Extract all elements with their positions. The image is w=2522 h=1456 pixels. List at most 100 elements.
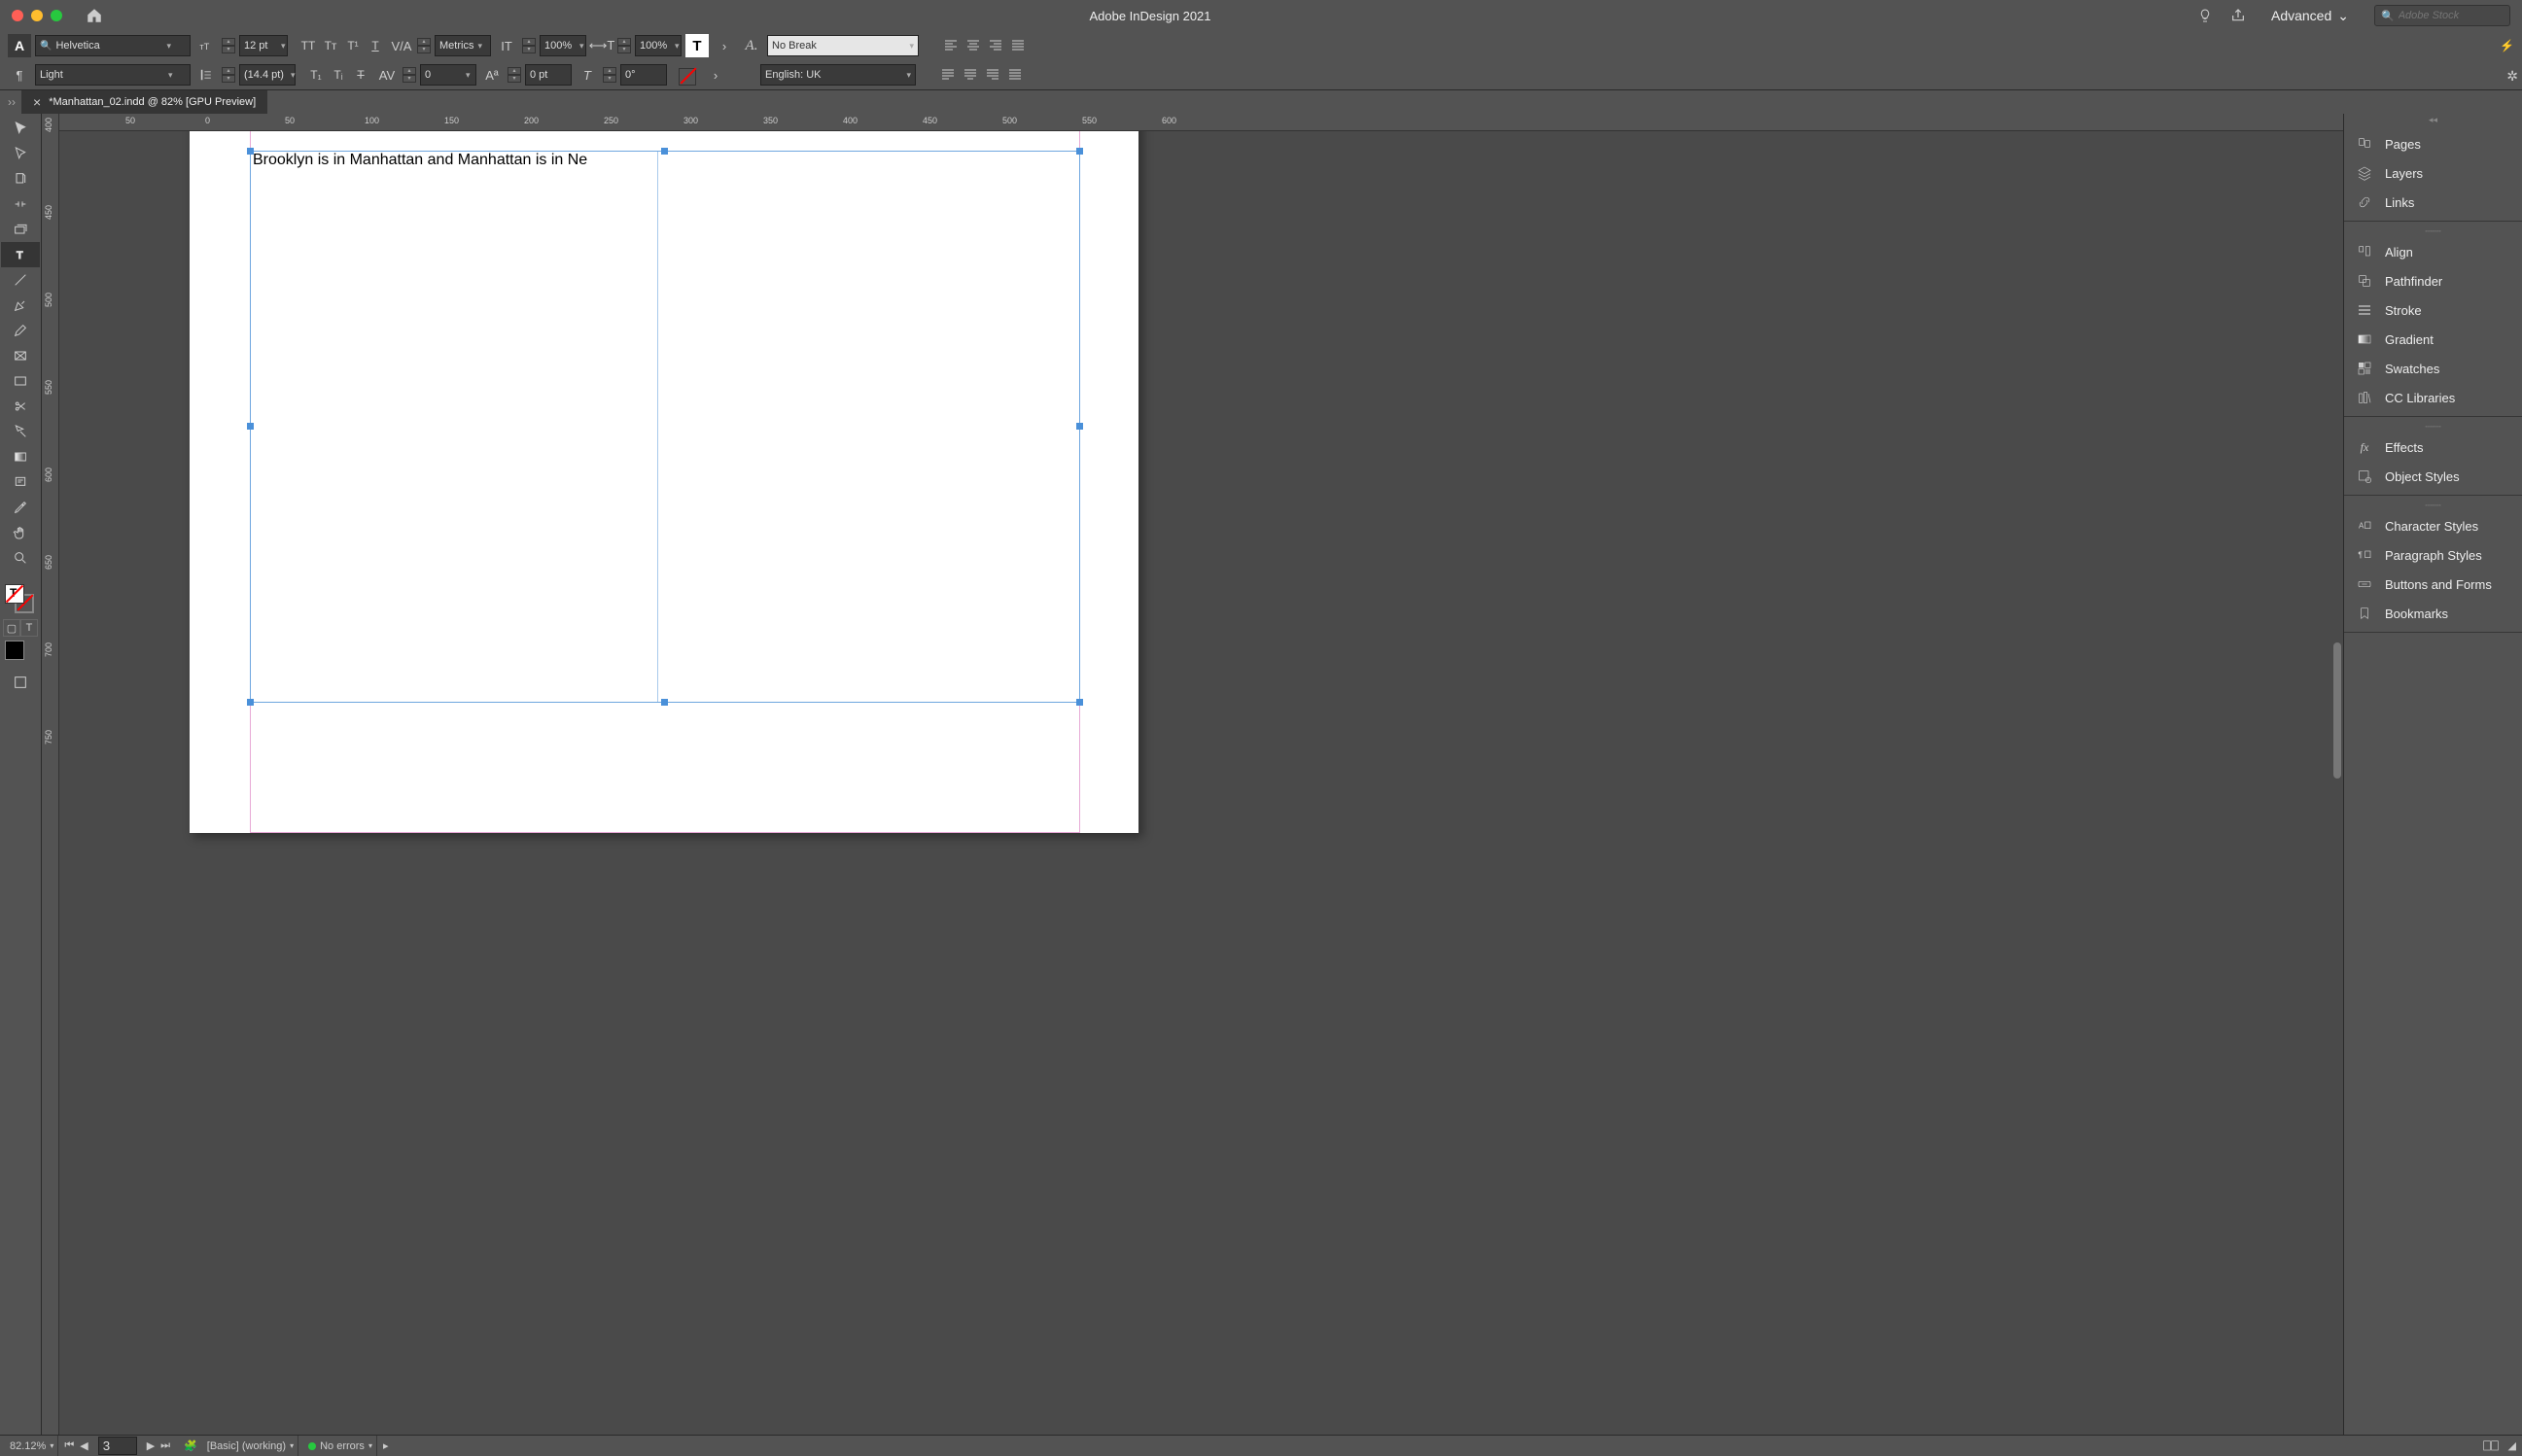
- first-page-button[interactable]: ⏮: [64, 1439, 74, 1452]
- frame-handle[interactable]: [247, 423, 254, 430]
- tracking-stepper[interactable]: ▴▾: [403, 67, 416, 83]
- baseline-shift-field[interactable]: [525, 64, 572, 86]
- font-style-input[interactable]: [40, 69, 164, 81]
- font-style-dropdown[interactable]: ▾: [35, 64, 191, 86]
- horizontal-scale-field[interactable]: ▾: [635, 35, 682, 56]
- note-tool[interactable]: [1, 469, 40, 495]
- justify-right-button[interactable]: [982, 64, 1003, 86]
- swatch-cycle-icon[interactable]: ›: [704, 63, 727, 87]
- panel-cc-libraries[interactable]: CC Libraries: [2344, 383, 2522, 412]
- document-tab[interactable]: × *Manhattan_02.indd @ 82% [GPU Preview]: [21, 90, 267, 114]
- maximize-window-button[interactable]: [51, 10, 62, 21]
- gap-tool[interactable]: [1, 191, 40, 217]
- panel-gradient[interactable]: Gradient: [2344, 325, 2522, 354]
- zoom-level-field[interactable]: 82.12%▾: [6, 1436, 58, 1456]
- close-tab-icon[interactable]: ×: [33, 94, 41, 110]
- pencil-tool[interactable]: [1, 318, 40, 343]
- frame-handle[interactable]: [661, 699, 668, 706]
- lightbulb-icon[interactable]: [2197, 8, 2213, 23]
- status-menu-icon[interactable]: ▸: [383, 1439, 389, 1452]
- panel-pages[interactable]: Pages: [2344, 129, 2522, 158]
- scissors-tool[interactable]: [1, 394, 40, 419]
- selection-tool[interactable]: [1, 116, 40, 141]
- kerning-stepper[interactable]: ▴▾: [417, 38, 431, 53]
- panel-character-styles[interactable]: ACharacter Styles: [2344, 511, 2522, 540]
- text-frame-selected[interactable]: Brooklyn is in Manhattan and Manhattan i…: [250, 151, 1080, 703]
- leading-stepper[interactable]: ▴▾: [222, 67, 235, 83]
- open-helper-icon[interactable]: 🧩: [184, 1439, 197, 1452]
- justify-left-button[interactable]: [937, 64, 959, 86]
- align-right-button[interactable]: [985, 35, 1006, 56]
- panel-swatches[interactable]: Swatches: [2344, 354, 2522, 383]
- rectangle-tool[interactable]: [1, 368, 40, 394]
- object-style-status[interactable]: [Basic] (working)▾: [203, 1436, 298, 1456]
- fill-text-swatch[interactable]: T: [685, 34, 709, 57]
- color-mode-toggle[interactable]: ▢ T: [3, 619, 38, 637]
- eyedropper-tool[interactable]: [1, 495, 40, 520]
- panel-links[interactable]: Links: [2344, 188, 2522, 217]
- language-dropdown[interactable]: English: UK▾: [760, 64, 916, 86]
- strikethrough-button[interactable]: T: [350, 64, 371, 86]
- panel-pathfinder[interactable]: Pathfinder: [2344, 266, 2522, 295]
- last-page-button[interactable]: ⏭: [160, 1439, 170, 1452]
- justify-center-button[interactable]: [960, 64, 981, 86]
- panel-stroke[interactable]: Stroke: [2344, 295, 2522, 325]
- hand-tool[interactable]: [1, 520, 40, 545]
- panel-bookmarks[interactable]: Bookmarks: [2344, 599, 2522, 628]
- frame-handle[interactable]: [1076, 423, 1083, 430]
- pen-tool[interactable]: [1, 293, 40, 318]
- home-icon[interactable]: [86, 7, 103, 24]
- ligature-button[interactable]: Tᵢ: [328, 64, 349, 86]
- underline-button[interactable]: T: [365, 35, 386, 56]
- expand-panels-icon[interactable]: ››: [8, 95, 21, 109]
- close-window-button[interactable]: [12, 10, 23, 21]
- next-page-button[interactable]: ▶: [147, 1439, 155, 1452]
- character-style-dropdown[interactable]: No Break▾: [767, 35, 919, 56]
- all-caps-button[interactable]: TT: [298, 35, 319, 56]
- superscript-button[interactable]: T¹: [342, 35, 364, 56]
- workspace-switcher[interactable]: Advanced ⌄: [2263, 4, 2357, 28]
- prev-page-button[interactable]: ◀: [80, 1439, 88, 1452]
- gradient-swatch-tool[interactable]: [1, 444, 40, 469]
- subscript-button[interactable]: T₁: [305, 64, 327, 86]
- zoom-tool[interactable]: [1, 545, 40, 571]
- stock-search-input[interactable]: [2399, 10, 2504, 21]
- vscale-stepper[interactable]: ▴▾: [522, 38, 536, 53]
- default-fill-stroke[interactable]: [5, 641, 36, 664]
- adobe-stock-search[interactable]: 🔍: [2374, 5, 2510, 26]
- hscale-stepper[interactable]: ▴▾: [617, 38, 631, 53]
- vertical-ruler[interactable]: 400 450 500 550 600 650 700 750: [42, 114, 59, 1436]
- justify-all-button[interactable]: [1004, 64, 1026, 86]
- align-left-button[interactable]: [940, 35, 962, 56]
- expand-status-icon[interactable]: ◢: [2508, 1439, 2516, 1452]
- content-collector-tool[interactable]: [1, 217, 40, 242]
- swatch-cycle-icon[interactable]: ›: [713, 34, 736, 57]
- skew-stepper[interactable]: ▴▾: [603, 67, 616, 83]
- frame-handle[interactable]: [247, 148, 254, 155]
- horizontal-ruler[interactable]: 50 0 50 100 150 200 250 300 350 400 450 …: [59, 114, 2343, 131]
- vertical-scale-field[interactable]: ▾: [540, 35, 586, 56]
- frame-handle[interactable]: [247, 699, 254, 706]
- page[interactable]: Brooklyn is in Manhattan and Manhattan i…: [190, 131, 1138, 833]
- skew-field[interactable]: [620, 64, 667, 86]
- document-canvas[interactable]: 400 450 500 550 600 650 700 750 50 0 50 …: [42, 114, 2343, 1436]
- vertical-scrollbar[interactable]: [2333, 642, 2341, 779]
- share-icon[interactable]: [2230, 8, 2246, 23]
- leading-field[interactable]: ▾: [239, 64, 296, 86]
- kerning-dropdown[interactable]: Metrics▾: [435, 35, 491, 56]
- panel-settings-icon[interactable]: ✲: [2506, 68, 2518, 85]
- baseline-stepper[interactable]: ▴▾: [508, 67, 521, 83]
- paragraph-formatting-mode-icon[interactable]: ¶: [8, 63, 31, 87]
- preflight-status[interactable]: No errors▾: [304, 1436, 377, 1456]
- panel-buttons-forms[interactable]: Buttons and Forms: [2344, 570, 2522, 599]
- font-size-stepper[interactable]: ▴▾: [222, 38, 235, 53]
- tracking-field[interactable]: ▾: [420, 64, 476, 86]
- font-size-field[interactable]: ▾: [239, 35, 288, 56]
- character-formatting-mode-icon[interactable]: A: [8, 34, 31, 57]
- page-number-field[interactable]: [94, 1436, 141, 1456]
- frame-handle[interactable]: [661, 148, 668, 155]
- direct-selection-tool[interactable]: [1, 141, 40, 166]
- panel-paragraph-styles[interactable]: ¶Paragraph Styles: [2344, 540, 2522, 570]
- small-caps-button[interactable]: Tᴛ: [320, 35, 341, 56]
- text-frame-content[interactable]: Brooklyn is in Manhattan and Manhattan i…: [253, 152, 587, 169]
